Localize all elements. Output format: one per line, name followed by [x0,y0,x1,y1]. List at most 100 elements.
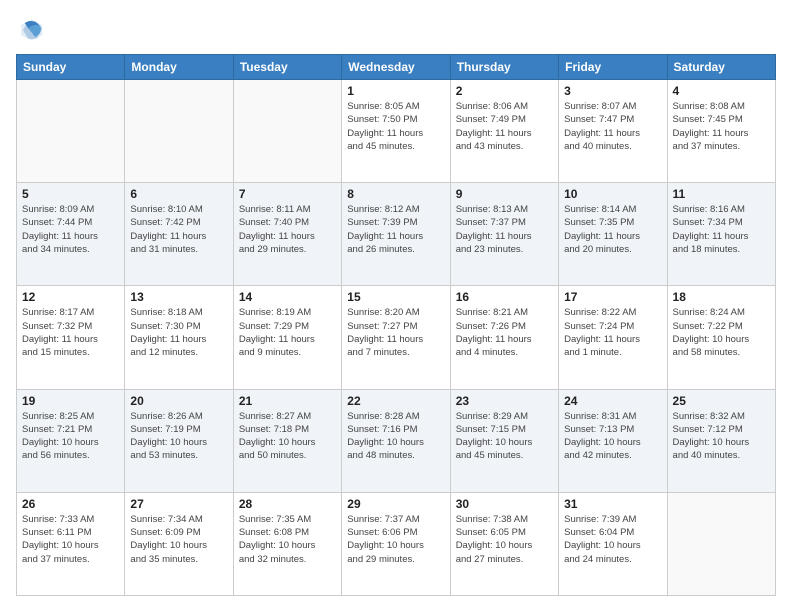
day-number: 25 [673,394,770,408]
calendar-cell: 1 Sunrise: 8:05 AM Sunset: 7:50 PM Daylig… [342,80,450,183]
weekday-header-thursday: Thursday [450,55,558,80]
day-info: Sunrise: 8:09 AM Sunset: 7:44 PM Dayligh… [22,203,119,256]
calendar-cell [667,492,775,595]
calendar-cell: 21 Sunrise: 8:27 AM Sunset: 7:18 PM Dayli… [233,389,341,492]
header [16,16,776,44]
calendar-cell: 15 Sunrise: 8:20 AM Sunset: 7:27 PM Dayli… [342,286,450,389]
day-number: 1 [347,84,444,98]
calendar-cell: 3 Sunrise: 8:07 AM Sunset: 7:47 PM Daylig… [559,80,667,183]
day-number: 2 [456,84,553,98]
day-info: Sunrise: 8:06 AM Sunset: 7:49 PM Dayligh… [456,100,553,153]
day-info: Sunrise: 8:21 AM Sunset: 7:26 PM Dayligh… [456,306,553,359]
day-info: Sunrise: 8:20 AM Sunset: 7:27 PM Dayligh… [347,306,444,359]
calendar-cell: 31Sunrise: 7:39 AM Sunset: 6:04 PM Dayli… [559,492,667,595]
calendar-cell: 8Sunrise: 8:12 AM Sunset: 7:39 PM Daylig… [342,183,450,286]
day-number: 24 [564,394,661,408]
calendar-cell: 5Sunrise: 8:09 AM Sunset: 7:44 PM Daylig… [17,183,125,286]
calendar-cell: 26 Sunrise: 7:33 AM Sunset: 6:11 PM Dayli… [17,492,125,595]
day-info: Sunrise: 7:37 AM Sunset: 6:06 PM Dayligh… [347,513,444,566]
day-number: 17 [564,290,661,304]
day-number: 14 [239,290,336,304]
logo [16,16,48,44]
weekday-header-monday: Monday [125,55,233,80]
calendar-cell: 7Sunrise: 8:11 AM Sunset: 7:40 PM Daylig… [233,183,341,286]
day-number: 29 [347,497,444,511]
logo-icon [16,16,44,44]
day-info: Sunrise: 8:17 AM Sunset: 7:32 PM Dayligh… [22,306,119,359]
weekday-header-friday: Friday [559,55,667,80]
calendar-cell [125,80,233,183]
day-number: 15 [347,290,444,304]
calendar-cell: 20 Sunrise: 8:26 AM Sunset: 7:19 PM Dayli… [125,389,233,492]
day-number: 21 [239,394,336,408]
week-row-5: 26 Sunrise: 7:33 AM Sunset: 6:11 PM Dayli… [17,492,776,595]
page: SundayMondayTuesdayWednesdayThursdayFrid… [0,0,792,612]
weekday-header-sunday: Sunday [17,55,125,80]
day-number: 20 [130,394,227,408]
calendar-cell: 13 Sunrise: 8:18 AM Sunset: 7:30 PM Dayli… [125,286,233,389]
day-number: 26 [22,497,119,511]
day-info: Sunrise: 8:10 AM Sunset: 7:42 PM Dayligh… [130,203,227,256]
calendar-cell: 24Sunrise: 8:31 AM Sunset: 7:13 PM Dayli… [559,389,667,492]
calendar-cell: 10 Sunrise: 8:14 AM Sunset: 7:35 PM Dayli… [559,183,667,286]
weekday-header-saturday: Saturday [667,55,775,80]
week-row-4: 19 Sunrise: 8:25 AM Sunset: 7:21 PM Dayli… [17,389,776,492]
day-info: Sunrise: 8:13 AM Sunset: 7:37 PM Dayligh… [456,203,553,256]
day-info: Sunrise: 8:25 AM Sunset: 7:21 PM Dayligh… [22,410,119,463]
weekday-header-wednesday: Wednesday [342,55,450,80]
day-info: Sunrise: 8:22 AM Sunset: 7:24 PM Dayligh… [564,306,661,359]
calendar-cell: 16 Sunrise: 8:21 AM Sunset: 7:26 PM Dayli… [450,286,558,389]
calendar-cell [17,80,125,183]
day-number: 12 [22,290,119,304]
day-number: 22 [347,394,444,408]
calendar-cell: 19 Sunrise: 8:25 AM Sunset: 7:21 PM Dayli… [17,389,125,492]
day-info: Sunrise: 8:08 AM Sunset: 7:45 PM Dayligh… [673,100,770,153]
day-number: 7 [239,187,336,201]
day-info: Sunrise: 8:27 AM Sunset: 7:18 PM Dayligh… [239,410,336,463]
day-info: Sunrise: 8:28 AM Sunset: 7:16 PM Dayligh… [347,410,444,463]
day-info: Sunrise: 8:12 AM Sunset: 7:39 PM Dayligh… [347,203,444,256]
weekday-header-row: SundayMondayTuesdayWednesdayThursdayFrid… [17,55,776,80]
calendar-cell: 6 Sunrise: 8:10 AM Sunset: 7:42 PM Daylig… [125,183,233,286]
calendar-cell: 25 Sunrise: 8:32 AM Sunset: 7:12 PM Dayli… [667,389,775,492]
day-number: 4 [673,84,770,98]
day-info: Sunrise: 7:33 AM Sunset: 6:11 PM Dayligh… [22,513,119,566]
calendar-cell: 30 Sunrise: 7:38 AM Sunset: 6:05 PM Dayli… [450,492,558,595]
day-info: Sunrise: 8:26 AM Sunset: 7:19 PM Dayligh… [130,410,227,463]
day-info: Sunrise: 8:18 AM Sunset: 7:30 PM Dayligh… [130,306,227,359]
day-number: 30 [456,497,553,511]
day-number: 13 [130,290,227,304]
calendar-cell: 2 Sunrise: 8:06 AM Sunset: 7:49 PM Daylig… [450,80,558,183]
calendar-cell: 29 Sunrise: 7:37 AM Sunset: 6:06 PM Dayli… [342,492,450,595]
day-info: Sunrise: 7:39 AM Sunset: 6:04 PM Dayligh… [564,513,661,566]
week-row-2: 5Sunrise: 8:09 AM Sunset: 7:44 PM Daylig… [17,183,776,286]
calendar-cell: 14 Sunrise: 8:19 AM Sunset: 7:29 PM Dayli… [233,286,341,389]
calendar-cell: 22 Sunrise: 8:28 AM Sunset: 7:16 PM Dayli… [342,389,450,492]
week-row-1: 1 Sunrise: 8:05 AM Sunset: 7:50 PM Daylig… [17,80,776,183]
calendar-cell: 11 Sunrise: 8:16 AM Sunset: 7:34 PM Dayli… [667,183,775,286]
day-info: Sunrise: 7:34 AM Sunset: 6:09 PM Dayligh… [130,513,227,566]
day-number: 10 [564,187,661,201]
day-number: 11 [673,187,770,201]
day-info: Sunrise: 8:14 AM Sunset: 7:35 PM Dayligh… [564,203,661,256]
day-number: 3 [564,84,661,98]
calendar-cell: 4 Sunrise: 8:08 AM Sunset: 7:45 PM Daylig… [667,80,775,183]
day-info: Sunrise: 8:29 AM Sunset: 7:15 PM Dayligh… [456,410,553,463]
day-info: Sunrise: 8:16 AM Sunset: 7:34 PM Dayligh… [673,203,770,256]
day-number: 18 [673,290,770,304]
day-info: Sunrise: 8:19 AM Sunset: 7:29 PM Dayligh… [239,306,336,359]
day-info: Sunrise: 8:05 AM Sunset: 7:50 PM Dayligh… [347,100,444,153]
calendar-cell: 9Sunrise: 8:13 AM Sunset: 7:37 PM Daylig… [450,183,558,286]
calendar: SundayMondayTuesdayWednesdayThursdayFrid… [16,54,776,596]
day-info: Sunrise: 7:38 AM Sunset: 6:05 PM Dayligh… [456,513,553,566]
day-number: 28 [239,497,336,511]
day-number: 16 [456,290,553,304]
day-number: 19 [22,394,119,408]
day-info: Sunrise: 8:32 AM Sunset: 7:12 PM Dayligh… [673,410,770,463]
day-info: Sunrise: 8:24 AM Sunset: 7:22 PM Dayligh… [673,306,770,359]
day-number: 6 [130,187,227,201]
calendar-cell: 18 Sunrise: 8:24 AM Sunset: 7:22 PM Dayli… [667,286,775,389]
day-info: Sunrise: 8:07 AM Sunset: 7:47 PM Dayligh… [564,100,661,153]
day-number: 27 [130,497,227,511]
day-info: Sunrise: 7:35 AM Sunset: 6:08 PM Dayligh… [239,513,336,566]
